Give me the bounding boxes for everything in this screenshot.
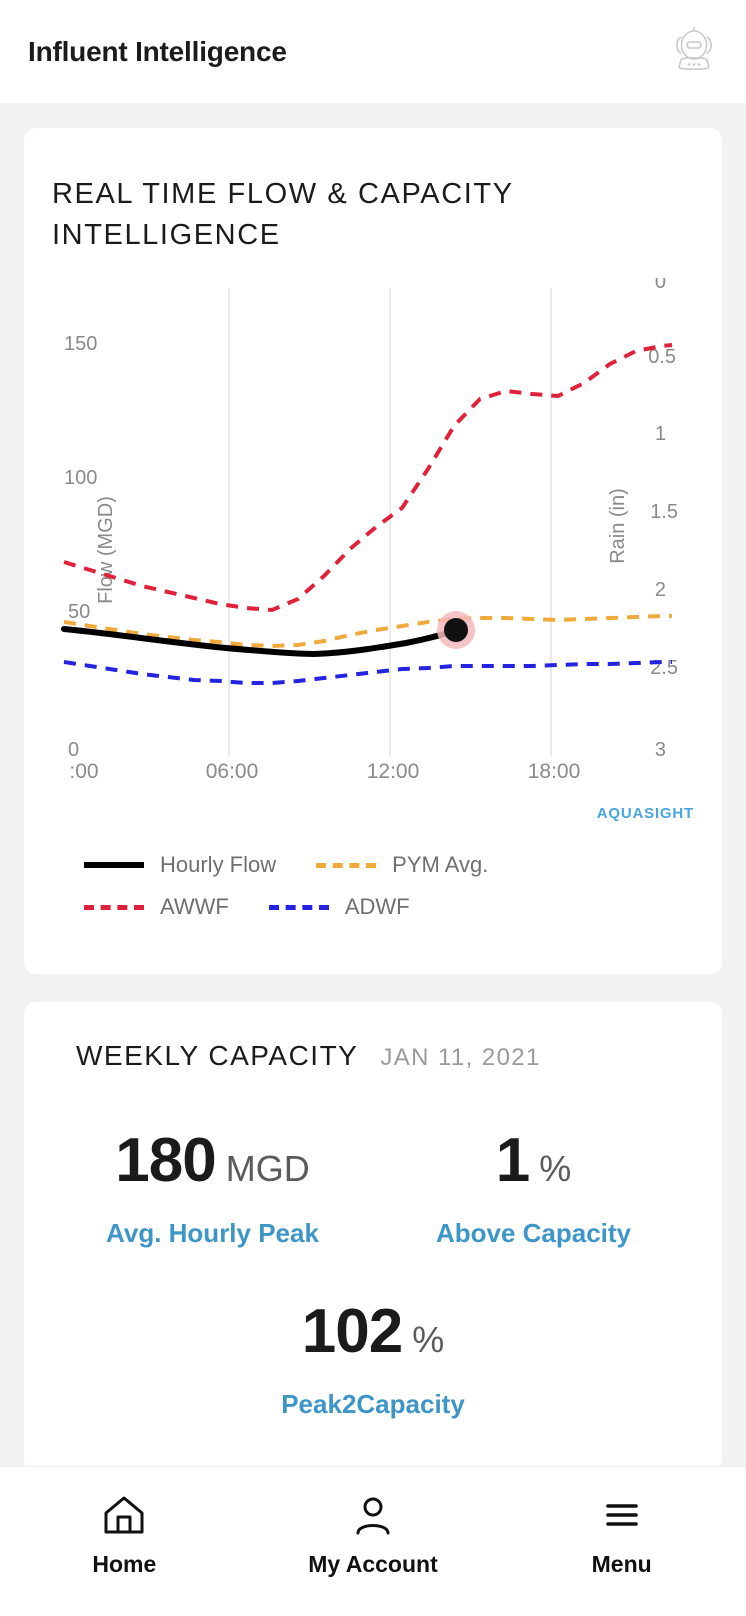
- app-root: Influent Intelligence REAL TIME FLOW & C…: [0, 0, 746, 1616]
- chart-legend: Hourly Flow PYM Avg. AWWF ADWF: [84, 852, 684, 936]
- chart-svg: 150 100 50 0 Flow (MGD) 0 0.5 1 1.5 2 2.…: [61, 278, 694, 822]
- chart-card-title: REAL TIME FLOW & CAPACITY INTELLIGENCE: [52, 178, 514, 251]
- metric-value: 1: [495, 1126, 530, 1195]
- left-axis-ticks: 150 100 50 0: [64, 333, 97, 761]
- bottom-navigation: Home My Account Menu: [0, 1466, 746, 1616]
- legend-item-awwf[interactable]: AWWF: [84, 894, 229, 920]
- svg-text:12:00: 12:00: [367, 760, 420, 783]
- realtime-flow-card: REAL TIME FLOW & CAPACITY INTELLIGENCE 1…: [24, 128, 722, 974]
- weekly-metrics-row: 180 MGD Avg. Hourly Peak 1 % Above Capac…: [52, 1130, 694, 1249]
- hamburger-menu-icon: [605, 1504, 638, 1526]
- nav-item-menu[interactable]: Menu: [497, 1493, 746, 1578]
- svg-text:0: 0: [68, 739, 79, 761]
- metric-unit: %: [412, 1319, 445, 1360]
- legend-label-hourly-flow: Hourly Flow: [160, 852, 277, 877]
- current-value-marker[interactable]: [437, 611, 475, 649]
- svg-text:18:00: 18:00: [528, 760, 581, 783]
- legend-item-hourly-flow[interactable]: Hourly Flow: [84, 852, 276, 878]
- svg-text:100: 100: [64, 467, 97, 489]
- nav-label-home: Home: [92, 1551, 157, 1577]
- legend-swatch-adwf: [268, 904, 329, 910]
- page-title: Influent Intelligence: [28, 35, 287, 67]
- app-header: Influent Intelligence: [0, 0, 746, 103]
- nav-label-menu: Menu: [591, 1551, 652, 1577]
- svg-text:2: 2: [655, 579, 666, 601]
- svg-text:150: 150: [64, 333, 97, 355]
- svg-text:1.5: 1.5: [650, 501, 678, 523]
- metric-avg-hourly-peak[interactable]: 180 MGD Avg. Hourly Peak: [52, 1130, 373, 1249]
- left-axis-title: Flow (MGD): [95, 496, 117, 604]
- legend-item-adwf[interactable]: ADWF: [268, 894, 410, 920]
- metric-value: 102: [301, 1297, 403, 1366]
- right-axis-ticks: 0 0.5 1 1.5 2 2.5 3: [648, 278, 678, 761]
- metric-label: Avg. Hourly Peak: [106, 1218, 319, 1248]
- chart-gridlines: [228, 288, 552, 756]
- weekly-capacity-header: WEEKLY CAPACITY JAN 11, 2021: [52, 1040, 694, 1072]
- metric-value: 180: [115, 1126, 216, 1195]
- legend-swatch-hourly-flow: [84, 862, 144, 868]
- series-awwf: [63, 343, 673, 613]
- legend-label-awwf: AWWF: [160, 894, 229, 919]
- svg-text:06:00: 06:00: [206, 760, 259, 783]
- nav-item-my-account[interactable]: My Account: [249, 1493, 498, 1578]
- weekly-capacity-title: WEEKLY CAPACITY: [76, 1040, 359, 1071]
- legend-swatch-awwf: [84, 904, 144, 910]
- svg-text::00: :00: [69, 760, 98, 783]
- weekly-capacity-date: JAN 11, 2021: [380, 1044, 541, 1071]
- flow-capacity-chart[interactable]: 150 100 50 0 Flow (MGD) 0 0.5 1 1.5 2 2.…: [46, 278, 696, 838]
- robot-assistant-icon[interactable]: [672, 26, 716, 78]
- metric-label: Peak2Capacity: [281, 1389, 465, 1419]
- nav-item-home[interactable]: Home: [0, 1493, 249, 1578]
- metric-label: Above Capacity: [435, 1218, 632, 1248]
- metric-unit: %: [539, 1148, 572, 1189]
- legend-label-adwf: ADWF: [344, 894, 410, 919]
- series-adwf: [63, 660, 672, 685]
- person-icon: [356, 1497, 390, 1535]
- metric-value-line: 102 %: [52, 1301, 694, 1363]
- metric-above-capacity[interactable]: 1 % Above Capacity: [373, 1130, 694, 1249]
- legend-label-pym-avg: PYM Avg.: [392, 852, 489, 877]
- chart-watermark: AQUASIGHT: [597, 805, 694, 822]
- legend-item-pym-avg[interactable]: PYM Avg.: [316, 852, 488, 878]
- svg-text:3: 3: [655, 739, 666, 761]
- right-axis-title: Rain (in): [607, 488, 629, 564]
- nav-label-my-account: My Account: [308, 1551, 438, 1577]
- svg-text:1: 1: [655, 423, 666, 445]
- series-hourly-flow: [61, 626, 457, 657]
- home-icon: [104, 1496, 144, 1534]
- metric-peak2capacity[interactable]: 102 % Peak2Capacity: [52, 1301, 694, 1420]
- metric-value-line: 1 %: [373, 1130, 694, 1192]
- weekly-capacity-card: WEEKLY CAPACITY JAN 11, 2021 180 MGD Avg…: [24, 1002, 722, 1466]
- svg-text:50: 50: [68, 601, 90, 623]
- legend-swatch-pym-avg: [316, 862, 377, 868]
- metric-value-line: 180 MGD: [52, 1130, 373, 1192]
- scroll-content[interactable]: REAL TIME FLOW & CAPACITY INTELLIGENCE 1…: [0, 103, 746, 1466]
- x-axis-ticks: :00 06:00 12:00 18:00: [69, 760, 580, 783]
- metric-unit: MGD: [225, 1148, 310, 1189]
- svg-text:0: 0: [655, 278, 666, 293]
